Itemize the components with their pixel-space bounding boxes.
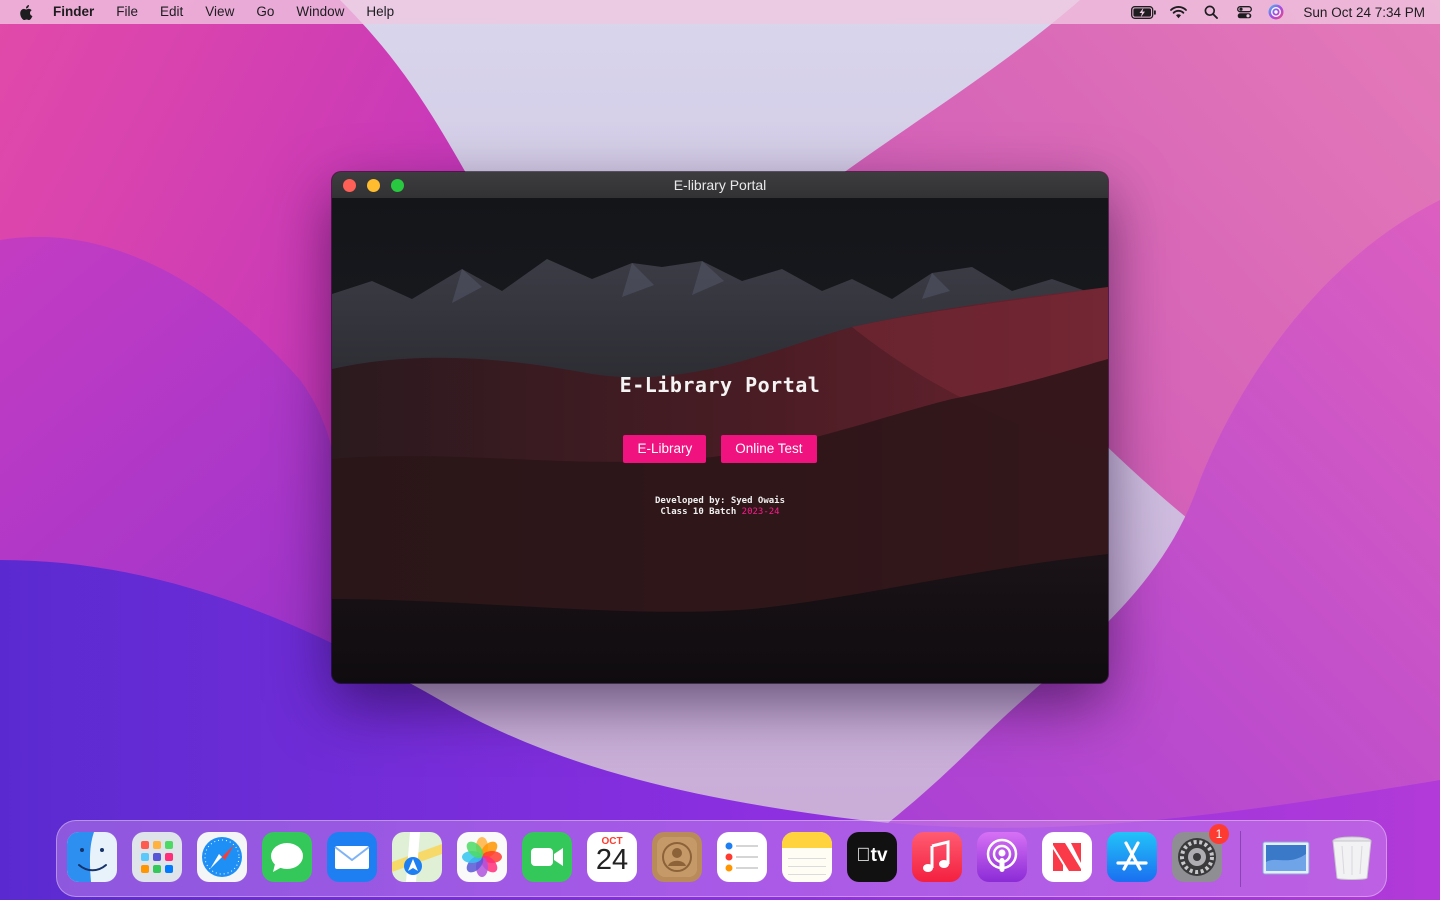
- dock-reminders[interactable]: [717, 832, 767, 882]
- dock-finder[interactable]: [67, 832, 117, 882]
- siri-icon[interactable]: [1261, 0, 1291, 24]
- menu-file[interactable]: File: [105, 0, 149, 24]
- photos-icon: [457, 832, 507, 882]
- dock-music[interactable]: [912, 832, 962, 882]
- status-area: Sun Oct 24 7:34 PM: [1127, 0, 1440, 24]
- dock-system-preferences[interactable]: 1: [1172, 824, 1229, 882]
- dock-podcasts[interactable]: [977, 832, 1027, 882]
- control-center-icon[interactable]: [1227, 0, 1261, 24]
- tv-label-text: tv: [863, 845, 888, 866]
- dock-downloads-stack[interactable]: [1261, 832, 1311, 882]
- dock-calendar[interactable]: OCT 24: [587, 832, 637, 882]
- action-buttons: E-Library Online Test: [332, 435, 1108, 463]
- page-content: E-Library Portal E-Library Online Test D…: [332, 199, 1108, 683]
- dock-app-store[interactable]: [1107, 832, 1157, 882]
- notification-badge: 1: [1209, 824, 1229, 844]
- podcasts-icon: [977, 832, 1027, 882]
- dock-contacts[interactable]: [652, 832, 702, 882]
- dock-facetime[interactable]: [522, 832, 572, 882]
- menu-app-name[interactable]: Finder: [53, 0, 105, 24]
- credits: Developed by: Syed Owais Class 10 Batch …: [332, 496, 1108, 518]
- spotlight-search-icon[interactable]: [1195, 0, 1227, 24]
- menu-window[interactable]: Window: [285, 0, 355, 24]
- batch-label: Class 10 Batch: [660, 507, 737, 517]
- menu-view[interactable]: View: [194, 0, 245, 24]
- e-library-button[interactable]: E-Library: [623, 435, 707, 463]
- finder-icon: [67, 832, 117, 882]
- dock-safari[interactable]: [197, 832, 247, 882]
- dock-separator: [1240, 831, 1241, 887]
- dock-trash[interactable]: [1327, 832, 1377, 882]
- facetime-icon: [522, 832, 572, 882]
- trash-icon: [1332, 836, 1372, 880]
- menu-help[interactable]: Help: [355, 0, 405, 24]
- battery-charging-icon[interactable]: [1127, 0, 1161, 24]
- page-heading: E-Library Portal: [619, 373, 821, 397]
- dock-photos[interactable]: [457, 832, 507, 882]
- apple-menu-icon[interactable]: [19, 4, 35, 21]
- mail-icon: [327, 832, 377, 882]
- reminders-icon: [717, 832, 767, 882]
- dock-maps[interactable]: [392, 832, 442, 882]
- menu-edit[interactable]: Edit: [149, 0, 194, 24]
- launchpad-icon: [132, 832, 182, 882]
- menu-bar: Finder File Edit View Go Window Help Sun…: [0, 0, 1440, 24]
- dock-news[interactable]: [1042, 832, 1092, 882]
- window-titlebar[interactable]: E-library Portal: [332, 172, 1108, 199]
- tv-label: tv: [847, 845, 897, 867]
- apple-tv-logo-icon: : [856, 845, 870, 866]
- news-icon: [1042, 832, 1092, 882]
- developer-credit: Developed by: Syed Owais: [654, 496, 786, 506]
- dock-messages[interactable]: [262, 832, 312, 882]
- messages-icon: [262, 832, 312, 882]
- batch-credit: Class 10 Batch 2023-24: [332, 507, 1108, 518]
- app-window: E-library Portal E-Library Portal E-Libr…: [332, 172, 1108, 683]
- contacts-icon: [652, 832, 702, 882]
- desktop: Finder File Edit View Go Window Help Sun…: [0, 0, 1440, 900]
- app-store-icon: [1107, 832, 1157, 882]
- dock-notes[interactable]: [782, 832, 832, 882]
- window-title: E-library Portal: [673, 177, 767, 193]
- music-icon: [912, 832, 962, 882]
- dock-mail[interactable]: [327, 832, 377, 882]
- dock-tv[interactable]: tv: [847, 832, 897, 882]
- downloads-folder-icon: [1262, 841, 1310, 875]
- dock: OCT 24 tv 1: [56, 820, 1387, 897]
- maps-icon: [392, 832, 442, 882]
- safari-icon: [197, 832, 247, 882]
- menu-clock[interactable]: Sun Oct 24 7:34 PM: [1303, 5, 1425, 20]
- online-test-button[interactable]: Online Test: [721, 435, 817, 463]
- menu-go[interactable]: Go: [245, 0, 285, 24]
- dock-launchpad[interactable]: [132, 832, 182, 882]
- calendar-day: 24: [595, 844, 629, 876]
- notes-icon: [782, 832, 832, 882]
- batch-year: 2023-24: [741, 507, 780, 517]
- wifi-icon[interactable]: [1161, 0, 1195, 24]
